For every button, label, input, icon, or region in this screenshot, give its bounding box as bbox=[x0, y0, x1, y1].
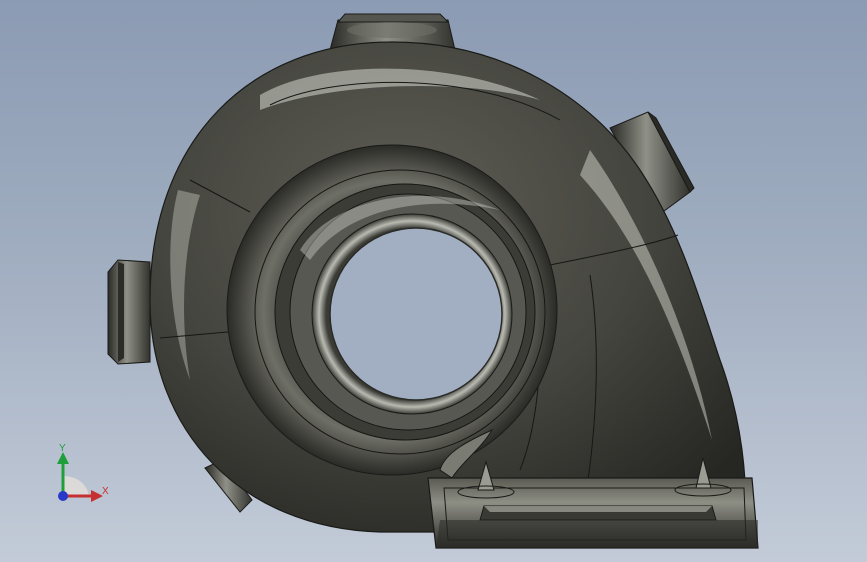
axis-triad: Y X bbox=[45, 440, 120, 510]
triad-z-axis bbox=[58, 491, 68, 501]
triad-y-label: Y bbox=[59, 443, 66, 454]
3d-viewport[interactable]: Y X bbox=[0, 0, 867, 562]
central-bore-hole bbox=[329, 227, 503, 401]
left-boss bbox=[107, 259, 151, 365]
triad-x-label: X bbox=[102, 486, 109, 497]
pump-housing-model[interactable] bbox=[0, 0, 867, 562]
